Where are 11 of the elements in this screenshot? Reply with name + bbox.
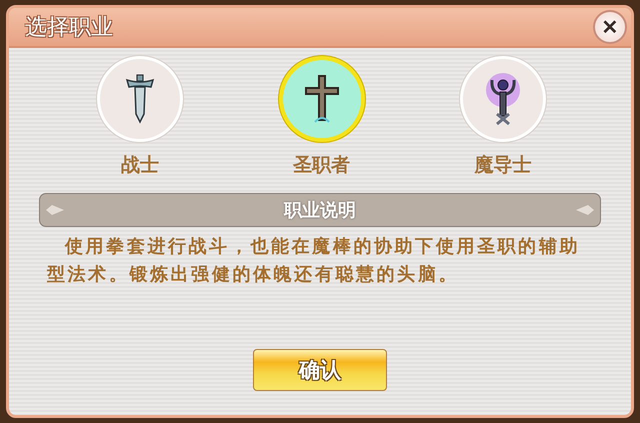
- ornament-icon: [46, 205, 64, 215]
- sword-icon: [125, 74, 155, 124]
- window-title: 选择职业: [25, 14, 113, 42]
- staff-icon: [483, 72, 523, 126]
- close-button[interactable]: ✕: [593, 10, 627, 44]
- class-label: 战士: [121, 153, 159, 178]
- class-description: 使用拳套进行战斗，也能在魔棒的协助下使用圣职的辅助型法术。锻炼出强健的体魄还有聪慧的头脑。: [47, 235, 581, 287]
- ornament-icon: [576, 205, 594, 215]
- section-heading: 职业说明: [284, 199, 356, 222]
- class-label: 圣职者: [293, 153, 350, 178]
- class-label: 魔导士: [474, 153, 532, 178]
